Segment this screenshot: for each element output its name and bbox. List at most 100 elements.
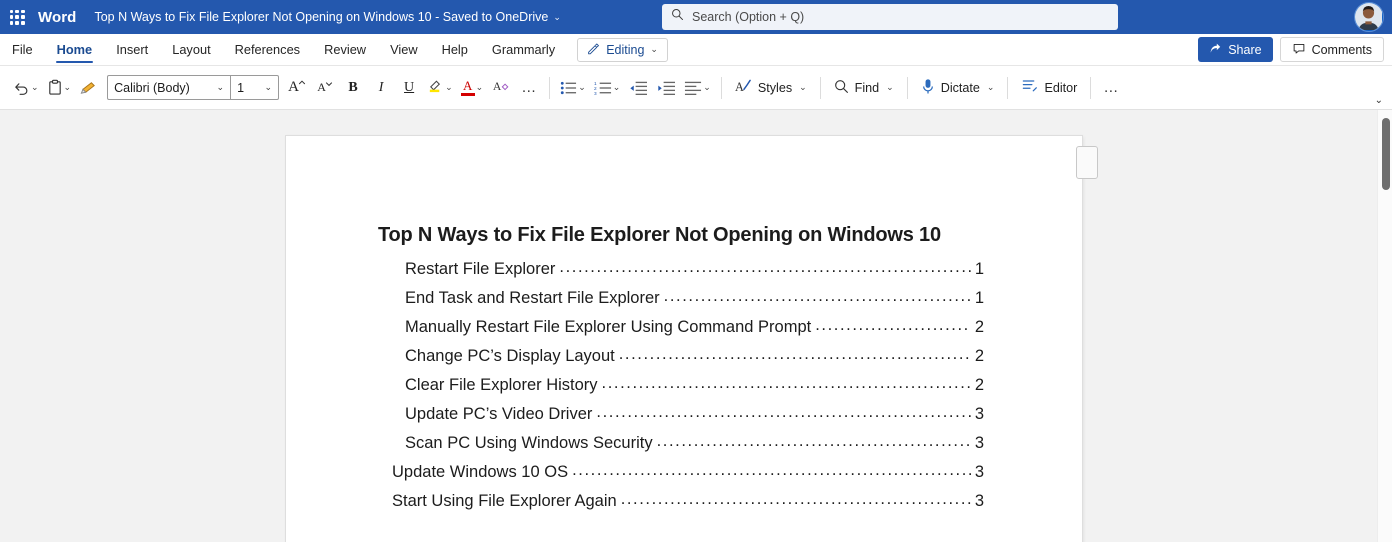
editing-mode-button[interactable]: Editing ⌄ bbox=[577, 37, 668, 62]
margin-note-button[interactable] bbox=[1076, 146, 1098, 179]
scrollbar-thumb[interactable] bbox=[1382, 118, 1390, 190]
styles-label: Styles bbox=[757, 80, 793, 95]
bullets-button[interactable]: ⌄ bbox=[556, 73, 590, 103]
svg-text:A: A bbox=[735, 80, 744, 94]
styles-button[interactable]: A Styles ⌄ bbox=[728, 73, 814, 103]
search-input[interactable] bbox=[692, 10, 1109, 24]
toc-entry-text: Start Using File Explorer Again bbox=[392, 492, 617, 510]
font-size-select[interactable]: 1 ⌄ bbox=[230, 76, 278, 99]
divider bbox=[1007, 76, 1009, 99]
search-box[interactable] bbox=[662, 4, 1118, 30]
font-name-select[interactable]: Calibri (Body) ⌄ bbox=[108, 76, 230, 99]
tab-insert[interactable]: Insert bbox=[104, 34, 160, 65]
toc-leader-dots: ........................................… bbox=[618, 345, 971, 363]
caret-down-icon bbox=[325, 81, 333, 86]
font-color-button[interactable]: A ⌄ bbox=[457, 73, 488, 103]
toc-entry[interactable]: Scan PC Using Windows Security .........… bbox=[286, 432, 1082, 463]
more-font-options-button[interactable]: … bbox=[515, 73, 543, 103]
tab-home[interactable]: Home bbox=[45, 34, 105, 65]
italic-button[interactable]: I bbox=[367, 73, 395, 103]
chevron-down-icon: ⌄ bbox=[31, 82, 39, 92]
grow-font-button[interactable]: A bbox=[283, 73, 311, 103]
tab-references[interactable]: References bbox=[223, 34, 312, 65]
divider bbox=[1090, 76, 1092, 99]
font-name-value: Calibri (Body) bbox=[114, 80, 190, 95]
share-button[interactable]: Share bbox=[1198, 37, 1273, 62]
undo-button[interactable]: ⌄ bbox=[8, 73, 43, 103]
tab-file[interactable]: File bbox=[0, 34, 45, 65]
numbering-button[interactable]: 123 ⌄ bbox=[590, 73, 625, 103]
paste-icon bbox=[48, 79, 61, 95]
tab-view[interactable]: View bbox=[378, 34, 430, 65]
tab-layout[interactable]: Layout bbox=[160, 34, 222, 65]
toc-entry[interactable]: Clear File Explorer History ............… bbox=[286, 374, 1082, 405]
bold-button[interactable]: B bbox=[339, 73, 367, 103]
shrink-font-button[interactable]: A bbox=[311, 73, 339, 103]
chevron-down-icon: ⌄ bbox=[63, 82, 72, 92]
font-controls: Calibri (Body) ⌄ 1 ⌄ bbox=[107, 75, 280, 100]
align-button[interactable]: ⌄ bbox=[680, 73, 715, 103]
app-launcher-icon[interactable] bbox=[0, 0, 34, 34]
toc-entry-text: Restart File Explorer bbox=[405, 260, 556, 278]
tab-insert-label: Insert bbox=[116, 42, 149, 57]
collapse-ribbon-button[interactable]: ⌄ bbox=[1371, 93, 1387, 108]
menu-bar: File Home Insert Layout References Revie… bbox=[0, 34, 1392, 66]
divider bbox=[906, 76, 908, 99]
tab-help[interactable]: Help bbox=[430, 34, 480, 65]
find-button[interactable]: Find ⌄ bbox=[827, 73, 901, 103]
increase-indent-button[interactable] bbox=[652, 73, 680, 103]
toc-entry-page: 3 bbox=[974, 405, 984, 423]
chevron-down-icon: ⌄ bbox=[612, 82, 621, 92]
tab-help-label: Help bbox=[441, 42, 468, 57]
editing-mode-label: Editing bbox=[606, 42, 645, 57]
comments-button[interactable]: Comments bbox=[1279, 37, 1384, 62]
format-painter-icon bbox=[80, 82, 95, 94]
bullet-list-icon bbox=[561, 81, 577, 94]
divider bbox=[720, 76, 722, 99]
highlight-button[interactable]: ⌄ bbox=[423, 73, 457, 103]
decrease-indent-button[interactable] bbox=[624, 73, 652, 103]
toc-entry[interactable]: Change PC’s Display Layout .............… bbox=[286, 345, 1082, 376]
tab-review[interactable]: Review bbox=[312, 34, 378, 65]
underline-button[interactable]: U bbox=[395, 73, 423, 103]
toc-leader-dots: ........................................… bbox=[596, 403, 971, 421]
font-color-icon: A bbox=[460, 79, 475, 96]
toc-entry-page: 2 bbox=[974, 376, 984, 394]
waffle-grid bbox=[9, 9, 25, 25]
toc-entry[interactable]: Start Using File Explorer Again ........… bbox=[286, 490, 1082, 521]
toc-entry-text: End Task and Restart File Explorer bbox=[405, 289, 660, 307]
paste-button[interactable]: ⌄ bbox=[43, 73, 76, 103]
dictate-label: Dictate bbox=[940, 80, 980, 95]
toc-leader-dots: ........................................… bbox=[815, 316, 971, 334]
font-size-value: 1 bbox=[237, 80, 245, 95]
avatar[interactable] bbox=[1354, 2, 1384, 32]
divider bbox=[549, 76, 551, 99]
tab-review-label: Review bbox=[324, 42, 367, 57]
document-title-text: Top N Ways to Fix File Explorer Not Open… bbox=[94, 10, 549, 24]
divider bbox=[819, 76, 821, 99]
tab-grammarly[interactable]: Grammarly bbox=[480, 34, 567, 65]
toc-entry[interactable]: Update PC’s Video Driver ...............… bbox=[286, 403, 1082, 434]
vertical-scrollbar[interactable] bbox=[1377, 110, 1392, 542]
toc-entry[interactable]: Restart File Explorer ..................… bbox=[286, 258, 1082, 289]
toc-entry[interactable]: Update Windows 10 OS ...................… bbox=[286, 461, 1082, 492]
more-commands-button[interactable]: … bbox=[1097, 73, 1125, 103]
toc-entry-text: Update Windows 10 OS bbox=[392, 463, 569, 481]
microphone-icon bbox=[921, 78, 935, 98]
toc-entry[interactable]: End Task and Restart File Explorer .....… bbox=[286, 287, 1082, 318]
dictate-button[interactable]: Dictate ⌄ bbox=[914, 73, 1002, 103]
numbered-list-icon: 123 bbox=[594, 80, 611, 96]
format-painter-button[interactable] bbox=[75, 73, 103, 103]
editor-button[interactable]: Editor bbox=[1014, 73, 1084, 103]
title-bar: Word Top N Ways to Fix File Explorer Not… bbox=[0, 0, 1392, 34]
find-label: Find bbox=[854, 80, 880, 95]
caret-up-icon bbox=[298, 80, 306, 85]
document-page[interactable]: Top N Ways to Fix File Explorer Not Open… bbox=[286, 136, 1082, 542]
undo-icon bbox=[15, 82, 28, 95]
toc-entry[interactable]: Manually Restart File Explorer Using Com… bbox=[286, 316, 1082, 347]
tab-references-label: References bbox=[234, 42, 301, 57]
toc-entry-page: 3 bbox=[974, 434, 984, 452]
tab-home-label: Home bbox=[56, 42, 93, 57]
clear-formatting-button[interactable]: A bbox=[487, 73, 515, 103]
document-title[interactable]: Top N Ways to Fix File Explorer Not Open… bbox=[94, 10, 560, 24]
